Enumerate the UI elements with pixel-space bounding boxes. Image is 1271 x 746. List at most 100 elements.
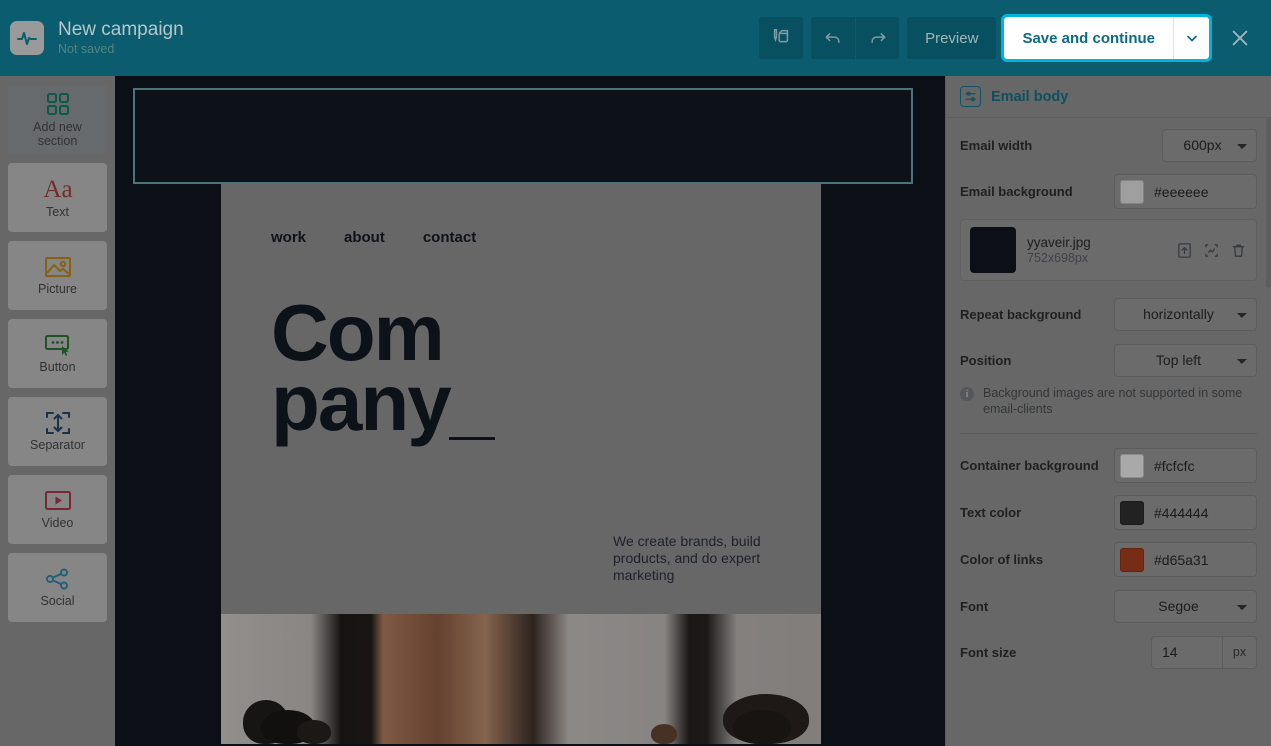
preview-button[interactable]: Preview xyxy=(907,17,997,59)
chevron-down-icon[interactable] xyxy=(1173,17,1209,59)
email-background-color-field[interactable]: #eeeeee xyxy=(1114,174,1257,209)
email-background-label: Email background xyxy=(960,184,1073,199)
panel-title: Email body xyxy=(991,88,1069,105)
panel-divider xyxy=(960,433,1257,434)
brand-block: New campaign Not saved xyxy=(10,19,184,57)
repeat-background-select[interactable]: horizontally xyxy=(1114,297,1257,331)
brand-text: New campaign Not saved xyxy=(58,19,184,57)
container-background-label: Container background xyxy=(960,458,1099,473)
row-position: Position Top left xyxy=(960,337,1257,383)
app-root: New campaign Not saved Preview Save and … xyxy=(0,0,1271,746)
panel-scrollbar[interactable] xyxy=(1266,118,1271,288)
sidebar-item-label: Picture xyxy=(38,282,77,296)
pulse-icon xyxy=(10,21,44,55)
color-of-links-value: #d65a31 xyxy=(1154,551,1209,568)
background-image-name: yyaveir.jpg xyxy=(1027,235,1091,250)
sidebar-item-label: Text xyxy=(46,205,69,219)
sidebar-item-social[interactable]: Social xyxy=(8,553,107,622)
container-background-color-field[interactable]: #fcfcfc xyxy=(1114,448,1257,483)
button-cursor-icon xyxy=(43,333,73,357)
color-of-links-swatch[interactable] xyxy=(1120,547,1144,572)
sidebar-item-text[interactable]: Aa Text xyxy=(8,163,107,232)
font-size-field[interactable]: px xyxy=(1151,635,1257,669)
delete-icon[interactable] xyxy=(1230,242,1247,259)
text-aa-icon: Aa xyxy=(38,176,78,202)
crop-icon[interactable] xyxy=(1203,242,1220,259)
undo-icon[interactable] xyxy=(811,17,856,59)
svg-text:Aa: Aa xyxy=(43,176,72,202)
sidebar-label-line2: section xyxy=(37,134,78,148)
app-header: New campaign Not saved Preview Save and … xyxy=(0,0,1271,76)
settings-sliders-icon xyxy=(960,86,981,107)
email-nav-link-contact[interactable]: contact xyxy=(423,229,476,246)
sidebar-item-label: Separator xyxy=(30,438,85,452)
email-nav: work about contact xyxy=(271,229,771,246)
social-share-icon xyxy=(44,567,72,591)
text-color-label: Text color xyxy=(960,505,1022,520)
sidebar-item-label: Button xyxy=(39,360,76,374)
row-font: Font Segoe xyxy=(960,583,1257,629)
save-status: Not saved xyxy=(58,42,115,56)
editor-body: Add new section Aa Text Picture Button S… xyxy=(0,76,1271,746)
save-and-continue-button[interactable]: Save and continue xyxy=(1004,17,1173,59)
color-of-links-label: Color of links xyxy=(960,552,1044,567)
position-label: Position xyxy=(960,352,1012,368)
row-container-background: Container background #fcfcfc xyxy=(960,442,1257,489)
background-image-meta: yyaveir.jpg 752x698px xyxy=(1027,234,1165,266)
text-color-field[interactable]: #444444 xyxy=(1114,495,1257,530)
hero-title-line2: pany_ xyxy=(271,358,494,448)
email-hero-section[interactable]: work about contact Com pany_ We create b… xyxy=(221,184,821,614)
email-container[interactable]: work about contact Com pany_ We create b… xyxy=(221,184,821,744)
background-image-dimensions: 752x698px xyxy=(1027,251,1089,265)
design-theme-icon[interactable] xyxy=(759,17,804,59)
sidebar-item-add-new-section[interactable]: Add new section xyxy=(8,85,107,154)
email-canvas[interactable]: work about contact Com pany_ We create b… xyxy=(115,76,945,746)
position-select[interactable]: Top left xyxy=(1114,343,1257,377)
font-label: Font xyxy=(960,598,989,614)
header-toolbar: Preview Save and continue xyxy=(759,14,1257,62)
close-icon[interactable] xyxy=(1223,21,1257,55)
color-of-links-field[interactable]: #d65a31 xyxy=(1114,542,1257,577)
picture-icon xyxy=(44,255,72,279)
row-repeat-background: Repeat background horizontally xyxy=(960,291,1257,337)
sidebar-item-picture[interactable]: Picture xyxy=(8,241,107,310)
text-color-value: #444444 xyxy=(1154,504,1209,521)
upload-icon[interactable] xyxy=(1176,242,1193,259)
email-nav-link-work[interactable]: work xyxy=(271,229,306,246)
email-width-label: Email width xyxy=(960,137,1033,153)
row-color-of-links: Color of links #d65a31 xyxy=(960,536,1257,583)
email-hero-photo[interactable] xyxy=(221,614,821,744)
redo-icon[interactable] xyxy=(855,17,900,59)
font-size-input[interactable] xyxy=(1152,636,1222,668)
sidebar-label-line1: Add new xyxy=(33,120,82,134)
email-hero-title[interactable]: Com pany_ xyxy=(271,292,561,448)
container-background-swatch[interactable] xyxy=(1120,453,1144,478)
panel-body: Email width 600px Email background #eeee… xyxy=(946,118,1271,675)
email-shell: work about contact Com pany_ We create b… xyxy=(133,88,913,744)
row-text-color: Text color #444444 xyxy=(960,489,1257,536)
sidebar-item-separator[interactable]: Separator xyxy=(8,397,107,466)
font-select[interactable]: Segoe xyxy=(1114,589,1257,623)
sidebar-item-video[interactable]: Video xyxy=(8,475,107,544)
sidebar-item-label: Video xyxy=(41,516,74,530)
email-hero-tagline[interactable]: We create brands, build products, and do… xyxy=(613,533,773,584)
elements-sidebar: Add new section Aa Text Picture Button S… xyxy=(0,76,115,746)
email-width-select[interactable]: 600px xyxy=(1162,128,1257,162)
video-play-icon xyxy=(43,489,73,513)
email-background-swatch[interactable] xyxy=(1120,179,1144,204)
email-background-value: #eeeeee xyxy=(1154,183,1209,200)
sidebar-item-button[interactable]: Button xyxy=(8,319,107,388)
note-text: Background images are not supported in s… xyxy=(983,386,1243,416)
sidebar-item-label: Add new section xyxy=(33,120,82,148)
text-color-swatch[interactable] xyxy=(1120,500,1144,525)
page-title: New campaign xyxy=(58,19,184,40)
repeat-background-label: Repeat background xyxy=(960,306,1082,322)
empty-section-dropzone[interactable] xyxy=(133,88,913,184)
sidebar-item-label: Social xyxy=(40,594,75,608)
row-font-size: Font size px xyxy=(960,629,1257,675)
undo-redo-group xyxy=(811,17,900,59)
background-image-card[interactable]: yyaveir.jpg 752x698px xyxy=(960,219,1257,281)
email-nav-link-about[interactable]: about xyxy=(344,229,385,246)
separator-icon xyxy=(44,411,72,435)
font-size-unit: px xyxy=(1222,636,1256,668)
